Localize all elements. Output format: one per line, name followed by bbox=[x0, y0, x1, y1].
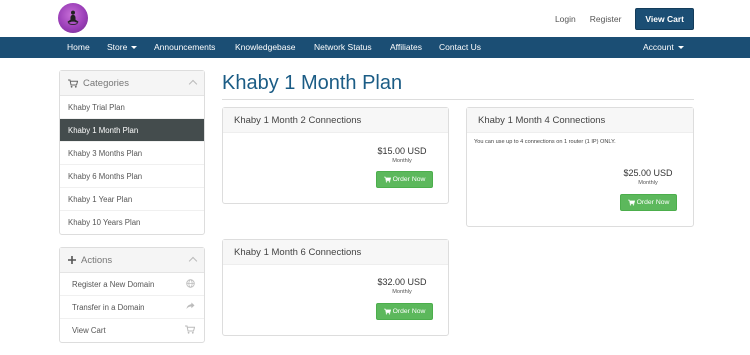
share-icon bbox=[186, 302, 195, 312]
categories-heading[interactable]: Categories bbox=[60, 71, 204, 96]
product-price: $15.00 USD bbox=[377, 146, 427, 156]
category-label: Khaby 1 Month Plan bbox=[68, 125, 139, 135]
action-view-cart[interactable]: View Cart bbox=[60, 319, 204, 342]
nav-knowledgebase[interactable]: Knowledgebase bbox=[235, 42, 296, 52]
category-item[interactable]: Khaby 3 Months Plan bbox=[60, 142, 204, 165]
site-logo[interactable] bbox=[58, 3, 88, 33]
chevron-up-icon[interactable] bbox=[188, 79, 198, 89]
category-label: Khaby 10 Years Plan bbox=[68, 218, 141, 227]
category-label: Khaby 3 Months Plan bbox=[68, 148, 143, 158]
product-card-6-connections: Khaby 1 Month 6 Connections $32.00 USD M… bbox=[222, 239, 449, 336]
action-label: Transfer in a Domain bbox=[72, 302, 145, 312]
globe-icon bbox=[186, 279, 195, 290]
main-navbar: Home Store Announcements Knowledgebase N… bbox=[0, 37, 750, 58]
product-price: $25.00 USD bbox=[623, 168, 673, 178]
category-label: Khaby Trial Plan bbox=[68, 102, 125, 112]
nav-store-label: Store bbox=[107, 42, 128, 52]
nav-affiliates-label: Affiliates bbox=[390, 42, 422, 52]
cart-icon bbox=[383, 308, 391, 315]
category-label: Khaby 1 Year Plan bbox=[68, 194, 133, 204]
order-now-button[interactable]: Order Now bbox=[376, 171, 433, 188]
product-name: Khaby 1 Month 6 Connections bbox=[223, 240, 448, 265]
cart-icon bbox=[185, 325, 196, 336]
product-name: Khaby 1 Month 4 Connections bbox=[467, 108, 693, 133]
category-item[interactable]: Khaby 10 Years Plan bbox=[60, 211, 204, 234]
product-name: Khaby 1 Month 2 Connections bbox=[223, 108, 448, 133]
action-label: View Cart bbox=[72, 326, 106, 335]
page-title: Khaby 1 Month Plan bbox=[222, 72, 403, 94]
nav-account-label: Account bbox=[643, 42, 674, 52]
register-link[interactable]: Register bbox=[590, 14, 622, 24]
title-divider bbox=[222, 99, 694, 100]
actions-heading[interactable]: Actions bbox=[60, 248, 204, 273]
caret-down-icon bbox=[677, 46, 684, 50]
order-now-button[interactable]: Order Now bbox=[620, 194, 677, 211]
product-price: $32.00 USD bbox=[377, 277, 427, 287]
category-item[interactable]: Khaby 6 Months Plan bbox=[60, 165, 204, 188]
nav-announcements-label: Announcements bbox=[154, 42, 216, 52]
shopping-cart-icon bbox=[68, 79, 78, 88]
action-transfer-domain[interactable]: Transfer in a Domain bbox=[60, 296, 204, 319]
category-item[interactable]: Khaby 1 Year Plan bbox=[60, 188, 204, 211]
chevron-up-icon[interactable] bbox=[188, 256, 198, 266]
nav-home-label: Home bbox=[67, 42, 90, 52]
meditation-figure-icon bbox=[67, 10, 79, 25]
actions-title: Actions bbox=[81, 254, 113, 266]
action-register-domain[interactable]: Register a New Domain bbox=[60, 273, 204, 296]
nav-network-status-label: Network Status bbox=[314, 42, 372, 52]
order-now-button[interactable]: Order Now bbox=[376, 303, 433, 320]
nav-affiliates[interactable]: Affiliates bbox=[390, 42, 422, 52]
product-description: You can use up to 4 connections on 1 rou… bbox=[474, 139, 616, 145]
product-card-2-connections: Khaby 1 Month 2 Connections $15.00 USD M… bbox=[222, 107, 449, 204]
top-links: Login Register View Cart bbox=[555, 8, 694, 30]
product-billing-cycle: Monthly bbox=[638, 180, 658, 186]
top-header: Login Register View Cart bbox=[0, 0, 750, 37]
action-label: Register a New Domain bbox=[72, 279, 155, 289]
categories-panel: Categories Khaby Trial Plan Khaby 1 Mont… bbox=[59, 70, 205, 235]
caret-down-icon bbox=[131, 46, 138, 50]
nav-home[interactable]: Home bbox=[67, 42, 90, 52]
order-now-label: Order Now bbox=[636, 199, 670, 206]
actions-panel: Actions Register a New Domain Transfer i… bbox=[59, 247, 205, 343]
category-label: Khaby 6 Months Plan bbox=[68, 171, 143, 181]
nav-contact-us-label: Contact Us bbox=[439, 42, 482, 52]
product-card-4-connections: Khaby 1 Month 4 Connections You can use … bbox=[466, 107, 694, 227]
nav-knowledgebase-label: Knowledgebase bbox=[235, 42, 296, 52]
category-item-active[interactable]: Khaby 1 Month Plan bbox=[60, 119, 204, 142]
product-billing-cycle: Monthly bbox=[392, 158, 412, 164]
categories-title: Categories bbox=[83, 77, 129, 89]
cart-icon bbox=[627, 199, 635, 206]
sidebar: Categories Khaby Trial Plan Khaby 1 Mont… bbox=[59, 70, 205, 355]
nav-contact-us[interactable]: Contact Us bbox=[439, 42, 481, 52]
main-content: Khaby 1 Month Plan bbox=[222, 70, 694, 100]
order-now-label: Order Now bbox=[392, 176, 426, 183]
login-link[interactable]: Login bbox=[555, 14, 576, 24]
nav-account[interactable]: Account bbox=[643, 42, 684, 52]
nav-announcements[interactable]: Announcements bbox=[154, 42, 215, 52]
plus-icon bbox=[68, 256, 76, 264]
nav-network-status[interactable]: Network Status bbox=[314, 42, 372, 52]
nav-store[interactable]: Store bbox=[107, 42, 138, 52]
product-billing-cycle: Monthly bbox=[392, 289, 412, 295]
cart-icon bbox=[383, 176, 391, 183]
view-cart-button[interactable]: View Cart bbox=[635, 8, 694, 30]
order-now-label: Order Now bbox=[392, 308, 426, 315]
category-item[interactable]: Khaby Trial Plan bbox=[60, 96, 204, 119]
